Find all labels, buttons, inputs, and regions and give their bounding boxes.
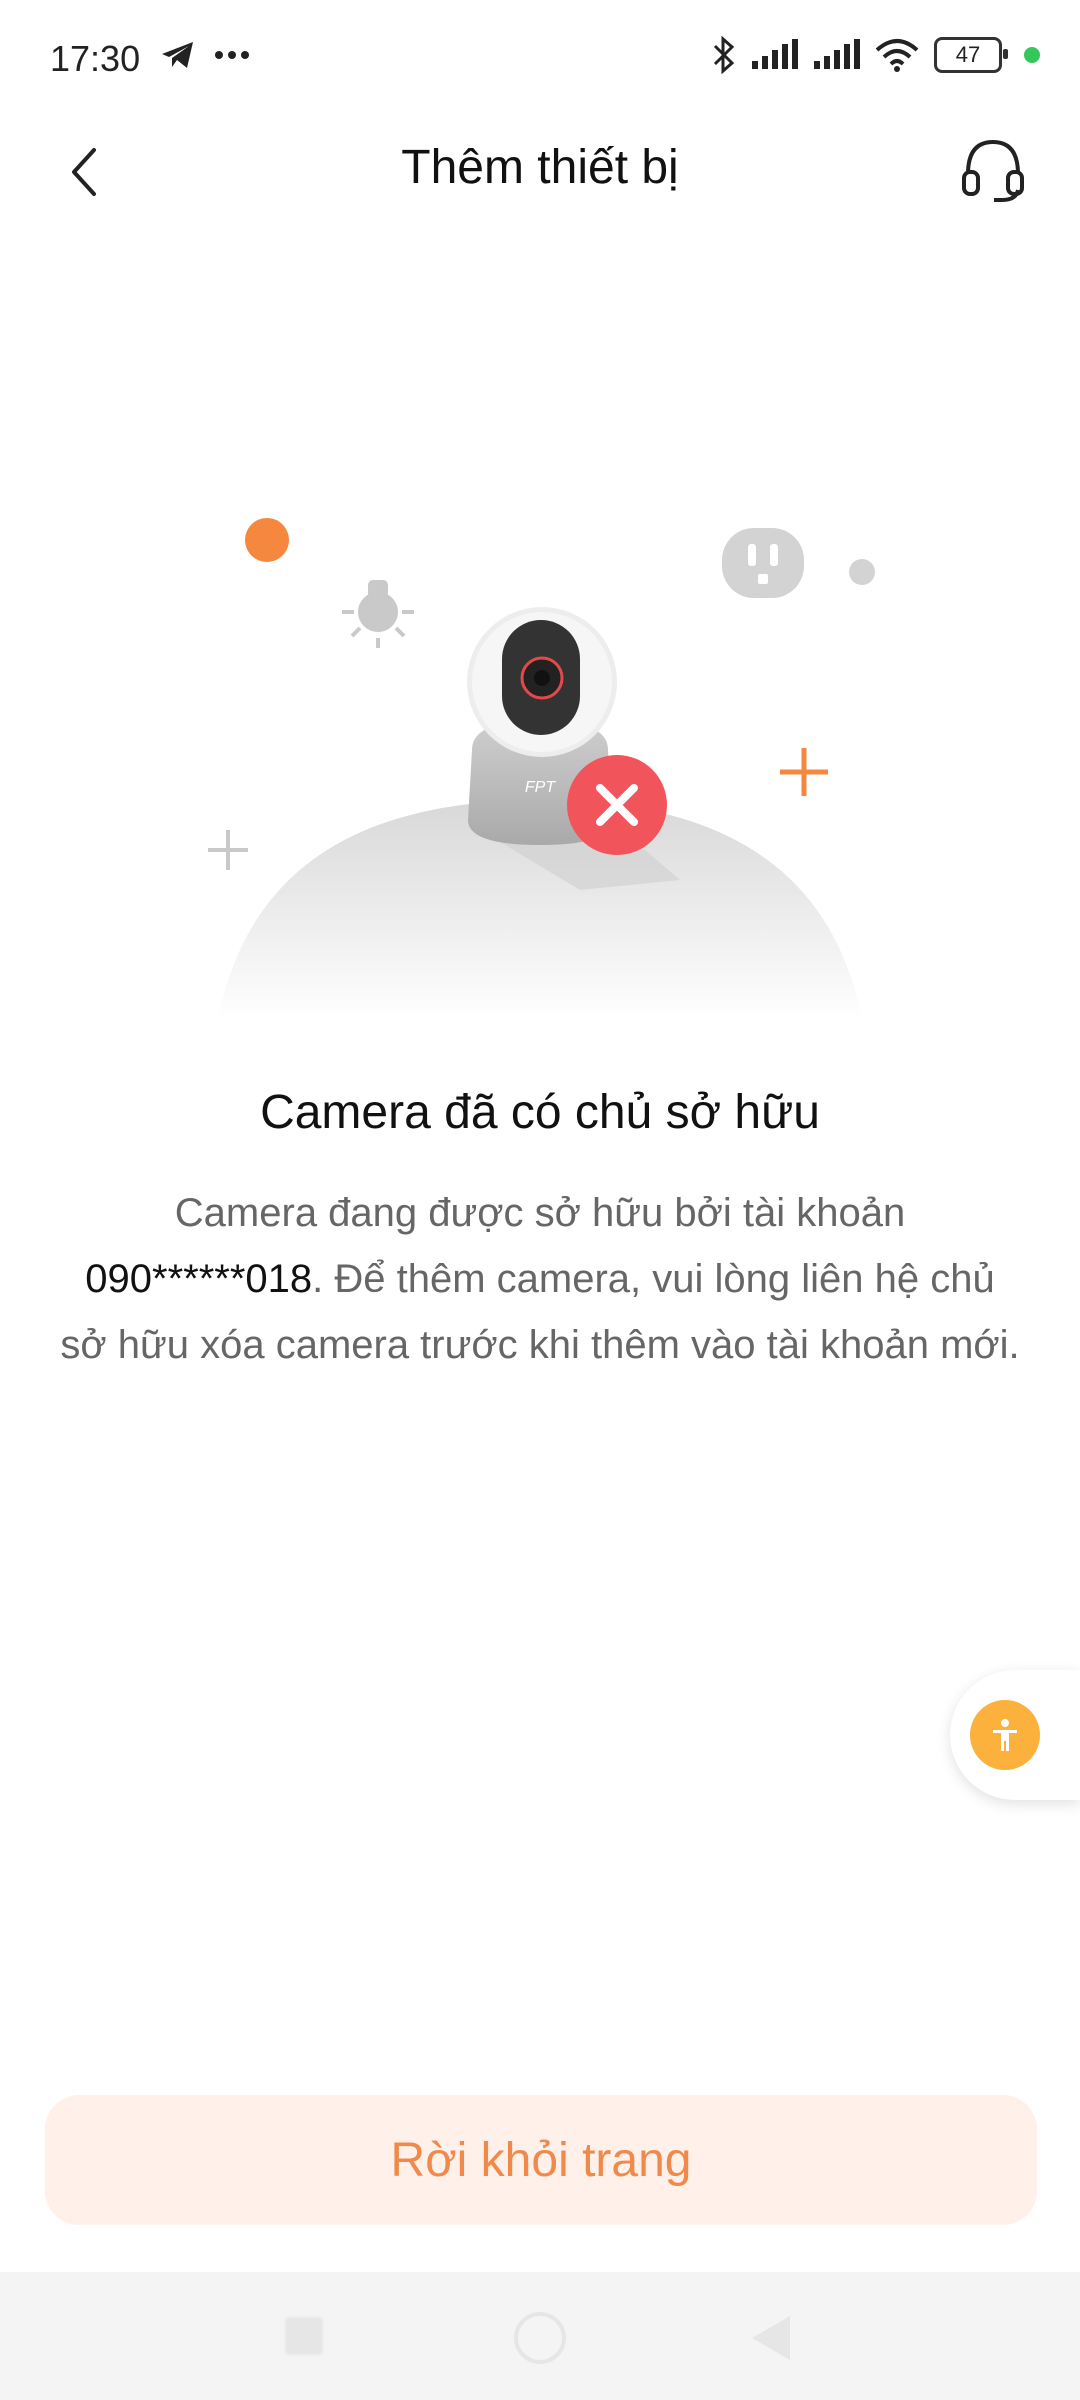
plus-icon [780,748,828,796]
accessibility-button[interactable] [970,1700,1040,1770]
status-bar: 17:30 47 [0,0,1080,120]
recents-button[interactable] [284,2316,324,2356]
privacy-indicator [1024,47,1040,63]
decoration-dot [849,559,875,585]
support-button[interactable] [958,134,1028,204]
telegram-icon [162,42,193,68]
battery-level: 47 [955,42,981,67]
floating-assistant-tab [950,1670,1080,1800]
signal-icon [752,39,798,69]
power-socket-icon [722,528,804,598]
headset-icon [962,139,1024,202]
camera-brand: FPT [525,779,556,796]
bluetooth-icon [713,36,735,74]
back-nav-button[interactable] [752,2316,790,2360]
home-button[interactable] [514,2312,566,2364]
error-title: Camera đã có chủ sở hữu [260,1086,820,1139]
message-text: Camera đang được sở hữu bởi tài khoản [174,1191,906,1235]
leave-page-button[interactable]: Rời khỏi trang [45,2095,1037,2225]
navigation-bar [0,2272,1080,2400]
status-time: 17:30 [50,38,141,79]
error-x-icon [567,755,667,855]
owner-account: 090******018 [85,1257,313,1301]
lightbulb-icon [342,580,414,648]
accessibility-icon [993,1719,1017,1751]
header: Thêm thiết bị [0,120,1080,220]
decoration-dot [245,518,289,562]
wifi-icon [875,39,919,72]
signal-icon [814,39,860,69]
error-message: Camera đang được sở hữu bởi tài khoản 09… [60,1180,1020,1378]
plus-icon [208,830,248,870]
battery-icon: 47 [934,37,1008,73]
camera-illustration: FPT [180,500,900,1040]
page-title: Thêm thiết bị [401,141,679,194]
more-icon [215,51,249,59]
